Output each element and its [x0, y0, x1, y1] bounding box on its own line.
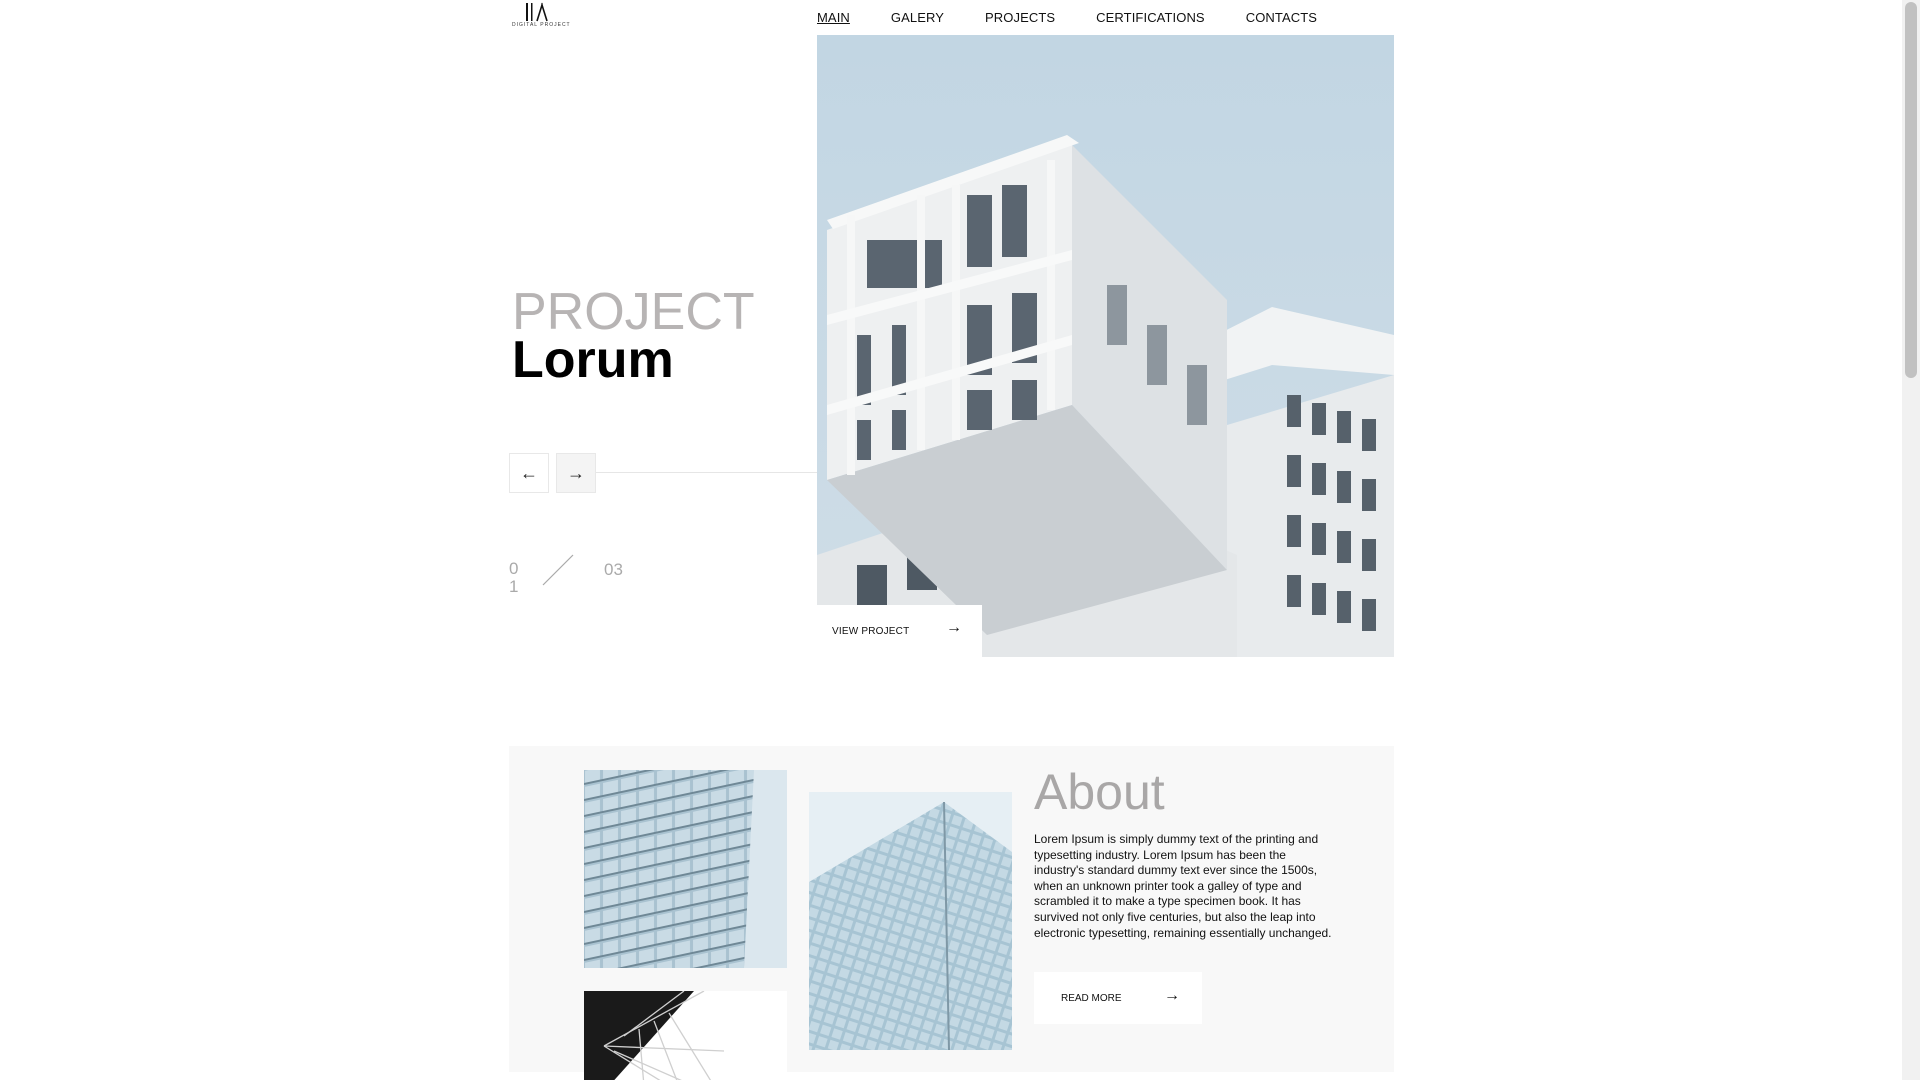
slide-counter-total: 03 [604, 560, 623, 579]
read-more-button[interactable]: READ MORE → [1034, 972, 1202, 1024]
nav-item-main[interactable]: MAIN [817, 10, 850, 25]
arrow-right-icon: → [1164, 987, 1180, 1004]
view-project-button[interactable]: VIEW PROJECT → [817, 605, 982, 657]
slider-divider-line [596, 472, 818, 473]
nav-item-projects[interactable]: PROJECTS [985, 10, 1055, 25]
page: DIGITAL PROJECT MAIN GALERY PROJECTS CER… [0, 0, 1902, 1080]
read-more-label: READ MORE [1061, 993, 1122, 1004]
view-project-label: VIEW PROJECT [832, 625, 910, 637]
logo-mark-icon [526, 2, 548, 22]
nav-item-certifications[interactable]: CERTIFICATIONS [1096, 10, 1205, 25]
main-nav: MAIN GALERY PROJECTS CERTIFICATIONS CONT… [817, 10, 1358, 25]
scrollbar-thumb[interactable] [1905, 2, 1917, 378]
hero-building-image [817, 35, 1394, 657]
slide-counter-current: 01 [509, 559, 519, 596]
nav-item-contacts[interactable]: CONTACTS [1246, 10, 1317, 25]
steel-structure-illustration [584, 991, 787, 1080]
building-illustration [817, 35, 1394, 657]
nav-item-galery[interactable]: GALERY [891, 10, 944, 25]
about-image-steel-structure [584, 991, 787, 1080]
about-image-glass-facade [584, 770, 787, 968]
hero-title-bold: Lorum [512, 331, 674, 389]
about-title: About [1034, 764, 1165, 820]
glass-facade-illustration [584, 770, 787, 968]
counter-slash-icon [542, 554, 574, 586]
slider-next-button[interactable]: → [556, 453, 596, 493]
page-scrollbar[interactable] [1902, 0, 1920, 1080]
arrow-right-icon: → [946, 619, 962, 636]
arrow-right-icon: → [567, 462, 585, 483]
about-image-glass-tower [809, 792, 1012, 1050]
about-text: Lorem Ipsum is simply dummy text of the … [1034, 832, 1332, 940]
logo-text: DIGITAL PROJECT [512, 22, 571, 28]
slider-prev-button[interactable]: ← [509, 453, 549, 493]
glass-tower-illustration [809, 792, 1012, 1050]
arrow-left-icon: ← [520, 462, 538, 483]
logo[interactable]: DIGITAL PROJECT [512, 2, 571, 36]
